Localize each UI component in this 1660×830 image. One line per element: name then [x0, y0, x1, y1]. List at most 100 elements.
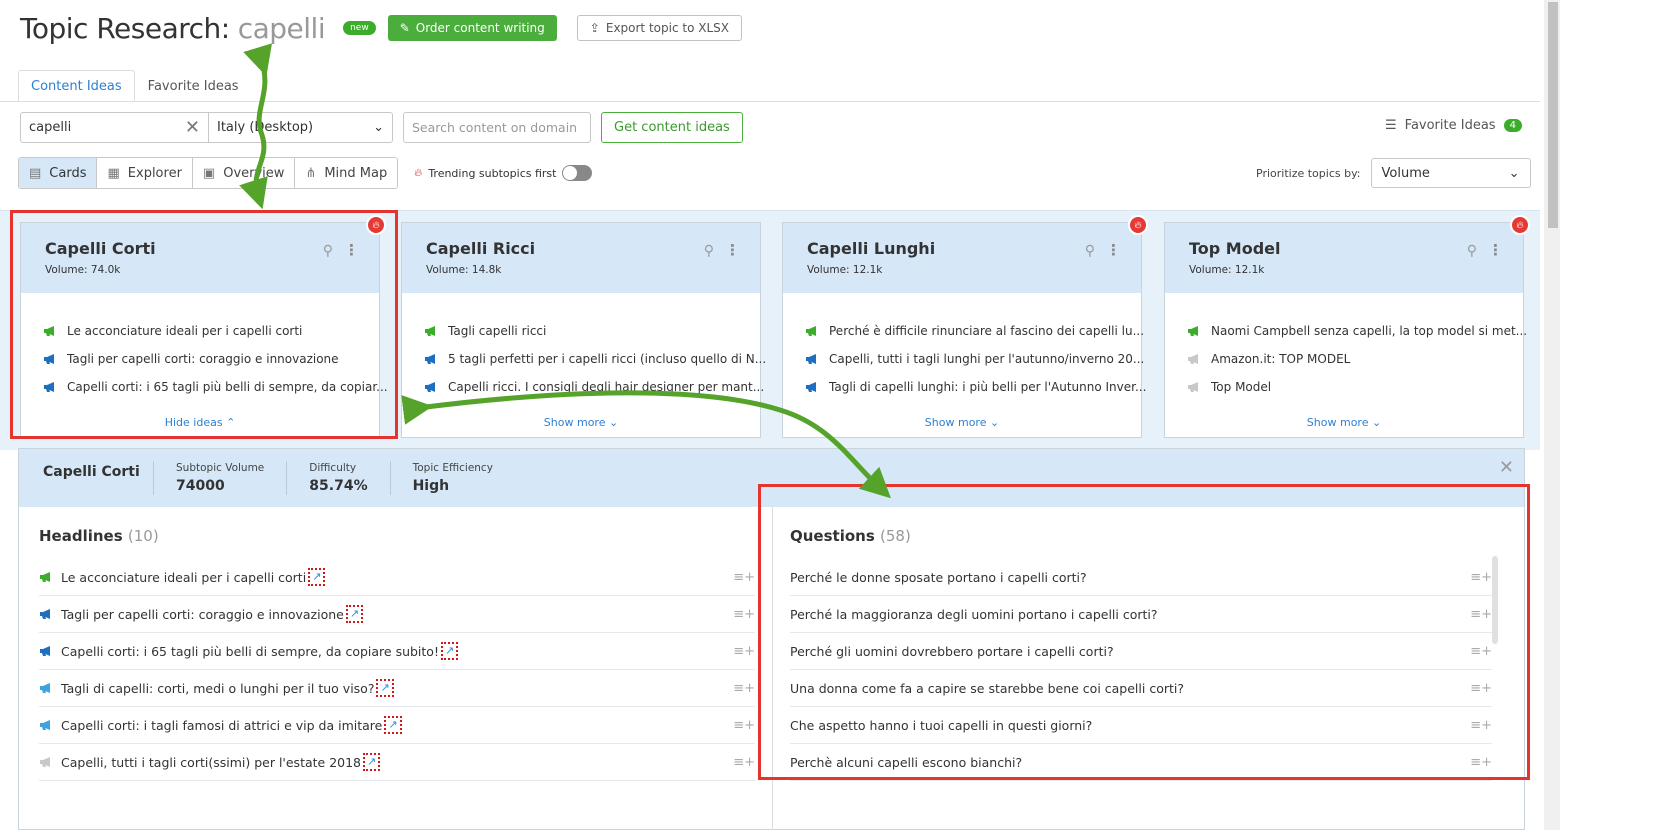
- headline-row: Le acconciature ideali per i capelli cor…: [39, 559, 755, 596]
- card-title: Capelli Corti: [45, 239, 156, 258]
- card-toggle-ideas[interactable]: Show more ⌄: [783, 416, 1141, 429]
- trending-label: Trending subtopics first: [428, 166, 557, 180]
- idea-item[interactable]: Naomi Campbell senza capelli, la top mod…: [1187, 317, 1527, 345]
- question-text[interactable]: Perché la maggioranza degli uomini porta…: [790, 607, 1158, 622]
- megaphone-icon: [1188, 354, 1198, 364]
- megaphone-icon: [806, 354, 816, 364]
- topic-card[interactable]: Capelli Lunghi Volume: 12.1k ⚲ ⋮ Perché …: [782, 222, 1146, 438]
- close-icon[interactable]: ✕: [1499, 457, 1514, 478]
- add-to-favorites-icon[interactable]: ≡+: [1470, 607, 1492, 622]
- external-link-icon[interactable]: ↗: [363, 753, 381, 771]
- headline-text[interactable]: Tagli per capelli corti: coraggio e inno…: [61, 607, 344, 622]
- card-toggle-ideas[interactable]: Show more ⌄: [1165, 416, 1523, 429]
- topic-card[interactable]: Capelli Ricci Volume: 14.8k ⚲ ⋮ Tagli ca…: [401, 222, 766, 438]
- tab-content-ideas[interactable]: Content Ideas: [18, 70, 135, 102]
- question-row: Che aspetto hanno i tuoi capelli in ques…: [790, 707, 1492, 744]
- question-text[interactable]: Una donna come fa a capire se starebbe b…: [790, 681, 1184, 696]
- idea-item[interactable]: 5 tagli perfetti per i capelli ricci (in…: [424, 345, 766, 373]
- headline-text[interactable]: Capelli, tutti i tagli corti(ssimi) per …: [61, 755, 361, 770]
- megaphone-icon: [40, 646, 50, 656]
- question-text[interactable]: Che aspetto hanno i tuoi capelli in ques…: [790, 718, 1092, 733]
- question-row: Perché le donne sposate portano i capell…: [790, 559, 1492, 596]
- view-explorer-button[interactable]: ▦ Explorer: [97, 158, 193, 188]
- question-text[interactable]: Perchè alcuni capelli escono bianchi?: [790, 755, 1022, 770]
- idea-text: Capelli, tutti i tagli lunghi per l'autu…: [829, 352, 1145, 366]
- view-mindmap-button[interactable]: ⋔ Mind Map: [295, 158, 398, 188]
- add-to-favorites-icon[interactable]: ≡+: [1470, 718, 1492, 733]
- external-link-icon[interactable]: ↗: [308, 568, 326, 586]
- questions-scrollbar[interactable]: [1492, 556, 1498, 644]
- prioritize-group: Prioritize topics by: Volume ⌄: [1256, 158, 1531, 188]
- search-icon[interactable]: ⚲: [1085, 243, 1095, 259]
- view-overview-button[interactable]: ▣ Overview: [192, 158, 296, 188]
- external-link-icon[interactable]: ↗: [345, 605, 364, 623]
- page-scrollbar-thumb[interactable]: [1548, 2, 1558, 228]
- add-to-favorites-icon[interactable]: ≡+: [1470, 681, 1492, 696]
- question-text[interactable]: Perché gli uomini dovrebbero portare i c…: [790, 644, 1114, 659]
- external-link-icon[interactable]: ↗: [384, 716, 402, 734]
- country-select[interactable]: Italy (Desktop) ⌄: [209, 112, 393, 143]
- card-toggle-ideas[interactable]: Show more ⌄: [402, 416, 760, 429]
- search-icon[interactable]: ⚲: [1467, 243, 1477, 259]
- idea-item[interactable]: Perché è difficile rinunciare al fascino…: [805, 317, 1144, 345]
- card-toggle-ideas[interactable]: Hide ideas ⌃: [21, 416, 379, 429]
- question-text[interactable]: Perché le donne sposate portano i capell…: [790, 570, 1087, 585]
- search-icon[interactable]: ⚲: [704, 243, 714, 259]
- favorite-ideas-link[interactable]: ☰ Favorite Ideas 4: [1385, 118, 1522, 133]
- add-to-favorites-icon[interactable]: ≡+: [733, 570, 755, 585]
- headline-text[interactable]: Le acconciature ideali per i capelli cor…: [61, 570, 306, 585]
- headlines-list: Le acconciature ideali per i capelli cor…: [39, 559, 755, 781]
- get-content-ideas-button[interactable]: Get content ideas: [601, 112, 743, 143]
- add-to-favorites-icon[interactable]: ≡+: [1470, 644, 1492, 659]
- search-icon[interactable]: ⚲: [323, 243, 333, 259]
- idea-item[interactable]: Amazon.it: TOP MODEL: [1187, 345, 1501, 373]
- tab-favorite-ideas[interactable]: Favorite Ideas: [135, 70, 252, 102]
- add-to-favorites-icon[interactable]: ≡+: [733, 718, 755, 733]
- more-options-icon[interactable]: ⋮: [344, 241, 359, 259]
- add-to-favorites-icon[interactable]: ≡+: [1470, 755, 1492, 770]
- order-content-button[interactable]: ✎ Order content writing: [387, 15, 557, 41]
- external-link-icon[interactable]: ↗: [376, 679, 394, 697]
- export-xlsx-button[interactable]: ⇪ Export topic to XLSX: [576, 15, 742, 41]
- idea-text: Tagli capelli ricci: [448, 324, 547, 338]
- trending-flame-icon: 🔥︎: [366, 215, 386, 235]
- clear-icon[interactable]: ✕: [185, 117, 200, 138]
- idea-item[interactable]: Tagli per capelli corti: coraggio e inno…: [43, 345, 357, 373]
- external-link-icon[interactable]: ↗: [440, 642, 459, 660]
- add-to-favorites-icon[interactable]: ≡+: [1470, 570, 1492, 585]
- headline-text[interactable]: Capelli corti: i tagli famosi di attrici…: [61, 718, 382, 733]
- flame-icon: 🔥︎: [414, 166, 423, 179]
- metric-topic-efficiency: Topic Efficiency High: [413, 462, 493, 494]
- add-to-favorites-icon[interactable]: ≡+: [733, 681, 755, 696]
- view-switcher-row: ▤ Cards ▦ Explorer ▣ Overview ⋔ Mind Map 🔥︎ …: [18, 157, 593, 189]
- idea-item[interactable]: Le acconciature ideali per i capelli cor…: [43, 317, 357, 345]
- more-options-icon[interactable]: ⋮: [1106, 241, 1121, 259]
- idea-item[interactable]: Capelli corti: i 65 tagli più belli di s…: [43, 373, 388, 401]
- headline-text[interactable]: Capelli corti: i 65 tagli più belli di s…: [61, 644, 439, 659]
- more-options-icon[interactable]: ⋮: [725, 241, 740, 259]
- keyword-input[interactable]: capelli ✕: [20, 112, 209, 143]
- view-cards-button[interactable]: ▤ Cards: [19, 158, 98, 188]
- chevron-up-icon: ⌃: [226, 416, 236, 429]
- add-to-favorites-icon[interactable]: ≡+: [733, 607, 755, 622]
- card-ideas: Perché è difficile rinunciare al fascino…: [783, 293, 1146, 401]
- more-options-icon[interactable]: ⋮: [1488, 241, 1503, 259]
- card-title: Capelli Ricci: [426, 239, 536, 258]
- idea-item[interactable]: Capelli ricci. I consigli degli hair des…: [424, 373, 764, 401]
- header: Topic Research: capelli new ✎ Order conte…: [20, 8, 742, 48]
- idea-text: Top Model: [1211, 380, 1272, 394]
- idea-item[interactable]: Top Model: [1187, 373, 1501, 401]
- prioritize-select[interactable]: Volume ⌄: [1370, 158, 1531, 188]
- add-to-favorites-icon[interactable]: ≡+: [733, 755, 755, 770]
- add-to-favorites-icon[interactable]: ≡+: [733, 644, 755, 659]
- headline-text[interactable]: Tagli di capelli: corti, medi o lunghi p…: [61, 681, 374, 696]
- topic-card[interactable]: Top Model Volume: 12.1k ⚲ ⋮ Naomi Campbe…: [1164, 222, 1527, 438]
- idea-item[interactable]: Tagli di capelli lunghi: i più belli per…: [805, 373, 1146, 401]
- idea-item[interactable]: Tagli capelli ricci: [424, 317, 738, 345]
- metric-label: Difficulty: [309, 462, 357, 474]
- domain-search-input[interactable]: Search content on domain: [403, 112, 591, 143]
- metric-value: 74000: [176, 478, 225, 494]
- topic-card[interactable]: Capelli Corti Volume: 74.0k ⚲ ⋮ Le accon…: [20, 222, 388, 438]
- idea-item[interactable]: Capelli, tutti i tagli lunghi per l'autu…: [805, 345, 1144, 373]
- trending-toggle[interactable]: [562, 165, 593, 181]
